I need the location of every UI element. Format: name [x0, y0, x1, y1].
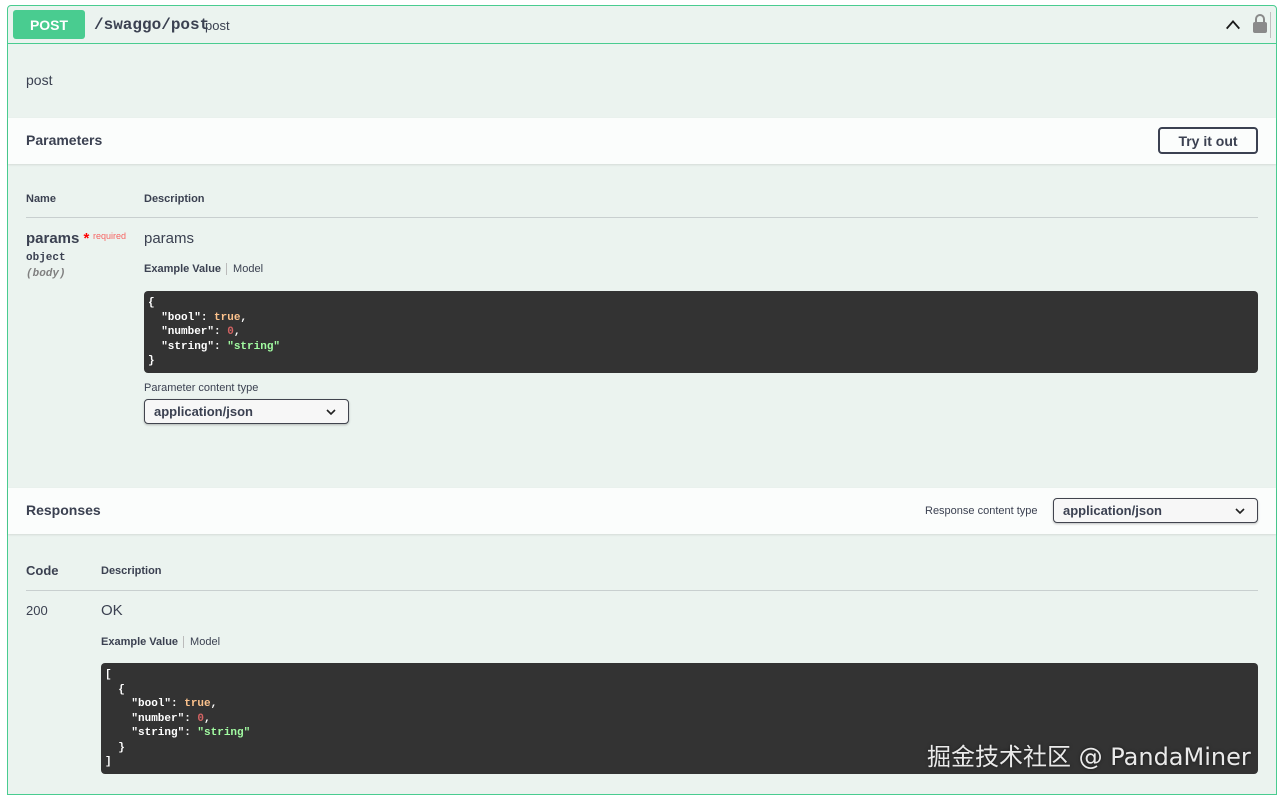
responses-title: Responses [26, 502, 101, 518]
param-name: params * [26, 230, 89, 247]
param-col-name: Name [26, 193, 56, 205]
param-content-type-label: Parameter content type [144, 382, 259, 394]
operation-path: /swaggo/post [94, 16, 210, 34]
parameters-title: Parameters [26, 132, 103, 148]
param-location: (body) [26, 268, 66, 280]
response-header-rule [26, 590, 1258, 591]
operation-block-post: POST /swaggo/post post post Parameters T… [7, 5, 1277, 795]
watermark: 掘金技术社区 @ PandaMiner [927, 743, 1251, 771]
param-content-type-value: application/json [154, 404, 253, 419]
response-content-type-select[interactable]: application/json [1053, 498, 1258, 523]
try-it-out-button[interactable]: Try it out [1158, 127, 1258, 154]
response-description: OK [101, 602, 123, 619]
parameters-header: Parameters Try it out [8, 118, 1276, 164]
param-description: params [144, 230, 195, 247]
param-name-text: params [26, 230, 80, 247]
param-example-tabs: Example Value Model [144, 263, 263, 275]
param-col-description: Description [144, 193, 205, 205]
operation-summary[interactable]: POST /swaggo/post post [8, 6, 1276, 44]
operation-summary-text: post [205, 18, 230, 33]
chevron-down-icon [1235, 508, 1245, 515]
tab-model[interactable]: Model [227, 263, 263, 275]
operation-description: post [26, 72, 53, 88]
chevron-up-icon[interactable] [1224, 16, 1242, 34]
response-code: 200 [26, 603, 48, 618]
response-example-tabs: Example Value Model [101, 636, 220, 648]
response-content-type-value: application/json [1063, 503, 1162, 518]
tab-model[interactable]: Model [184, 636, 220, 648]
lock-icon[interactable] [1252, 14, 1268, 34]
param-type: object [26, 252, 66, 264]
param-header-rule [26, 217, 1258, 218]
summary-divider [1270, 12, 1271, 38]
chevron-down-icon [326, 409, 336, 416]
tab-example-value[interactable]: Example Value [101, 636, 185, 648]
required-label: required [93, 231, 127, 241]
responses-header: Responses Response content type applicat… [8, 488, 1276, 534]
param-content-type-select[interactable]: application/json [144, 399, 349, 424]
tab-example-value[interactable]: Example Value [144, 263, 228, 275]
response-col-code: Code [26, 563, 59, 578]
param-example-code: { "bool": true, "number": 0, "string": "… [144, 291, 1258, 373]
method-badge: POST [13, 10, 85, 39]
response-col-description: Description [101, 565, 162, 577]
response-content-type-label: Response content type [925, 505, 1038, 517]
required-star: * [83, 230, 90, 247]
